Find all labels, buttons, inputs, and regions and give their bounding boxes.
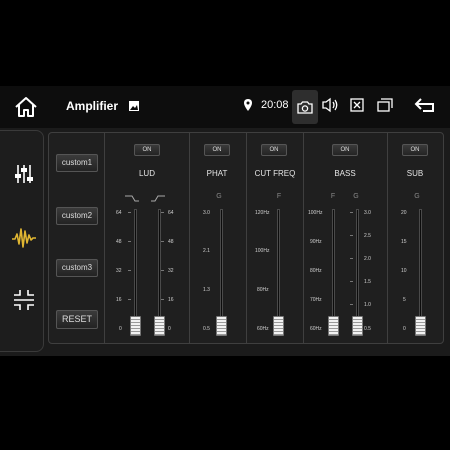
scale-dash bbox=[350, 235, 353, 236]
cutfreq-tick: 120Hz bbox=[255, 210, 270, 216]
sub-tick: 5 bbox=[403, 297, 406, 303]
camera-icon[interactable] bbox=[292, 90, 318, 124]
bass-gain-letter: G bbox=[353, 193, 359, 200]
lud-low-shelf-icon bbox=[125, 189, 139, 207]
cutfreq-freq-letter: F bbox=[276, 193, 282, 200]
bass-freq-tick: 90Hz bbox=[310, 239, 322, 245]
lud-tick: 16 bbox=[116, 297, 122, 303]
phat-tick: 3.0 bbox=[203, 210, 210, 216]
preset-custom3-button[interactable]: custom3 bbox=[56, 259, 98, 277]
sub-gain-letter: G bbox=[414, 193, 420, 200]
clock: 20:08 bbox=[261, 99, 289, 111]
sub-title: SUB bbox=[406, 169, 424, 178]
recent-apps-icon[interactable] bbox=[377, 98, 393, 112]
status-bar: Amplifier 20:08 bbox=[0, 86, 450, 128]
scale-dash bbox=[350, 212, 353, 213]
back-arrow-icon[interactable] bbox=[414, 96, 436, 114]
scale-dash bbox=[161, 241, 164, 242]
divider bbox=[189, 133, 190, 343]
bass-on-button[interactable]: ON bbox=[332, 144, 358, 156]
sidebar bbox=[0, 130, 44, 352]
lud-tick: 48 bbox=[116, 239, 122, 245]
amplifier-main: custom1 custom2 custom3 RESET ON LUD 64 … bbox=[0, 128, 450, 356]
cutfreq-tick: 100Hz bbox=[255, 248, 270, 254]
lud-tick: 64 bbox=[116, 210, 122, 216]
phat-tick: 0.5 bbox=[203, 326, 210, 332]
lud-high-shelf-icon bbox=[151, 189, 165, 207]
scale-dash bbox=[128, 212, 131, 213]
bass-freq-slider-knob[interactable] bbox=[328, 316, 339, 336]
lud-tick-right: 48 bbox=[168, 239, 174, 245]
sub-tick: 15 bbox=[401, 239, 407, 245]
bass-freq-tick: 100Hz bbox=[308, 210, 323, 216]
reset-button[interactable]: RESET bbox=[56, 310, 98, 329]
volume-icon[interactable] bbox=[322, 97, 340, 113]
scale-dash bbox=[161, 270, 164, 271]
bass-gain-tick: 1.0 bbox=[364, 302, 371, 308]
lud-tick-right: 64 bbox=[168, 210, 174, 216]
lud-on-button[interactable]: ON bbox=[134, 144, 160, 156]
app-title: Amplifier bbox=[66, 99, 119, 113]
divider bbox=[104, 133, 105, 343]
bass-gain-tick: 2.5 bbox=[364, 233, 371, 239]
scale-dash bbox=[350, 258, 353, 259]
cutfreq-slider-knob[interactable] bbox=[273, 316, 284, 336]
sub-tick: 20 bbox=[401, 210, 407, 216]
cutfreq-title: CUT FREQ bbox=[254, 169, 296, 178]
cutfreq-tick: 80Hz bbox=[257, 287, 269, 293]
sub-on-button[interactable]: ON bbox=[402, 144, 428, 156]
amplifier-panel: custom1 custom2 custom3 RESET ON LUD 64 … bbox=[48, 132, 444, 344]
scale-dash bbox=[350, 304, 353, 305]
bass-gain-tick: 0.5 bbox=[364, 326, 371, 332]
preset-custom1-button[interactable]: custom1 bbox=[56, 154, 98, 172]
sub-tick: 0 bbox=[403, 326, 406, 332]
cutfreq-on-button[interactable]: ON bbox=[261, 144, 287, 156]
scale-dash bbox=[128, 241, 131, 242]
preset-custom2-button[interactable]: custom2 bbox=[56, 207, 98, 225]
lud-title: LUD bbox=[138, 169, 155, 178]
phat-tick: 2.1 bbox=[203, 248, 210, 254]
location-icon bbox=[243, 98, 253, 112]
waveform-icon[interactable] bbox=[11, 225, 37, 251]
image-icon bbox=[128, 99, 140, 111]
lud-slider-knob-right[interactable] bbox=[154, 316, 165, 336]
bass-freq-tick: 60Hz bbox=[310, 326, 322, 332]
divider bbox=[303, 133, 304, 343]
close-box-icon[interactable] bbox=[350, 98, 364, 112]
bass-title: BASS bbox=[334, 169, 356, 178]
scale-dash bbox=[128, 270, 131, 271]
lud-tick-right: 0 bbox=[168, 326, 171, 332]
bass-gain-tick: 1.5 bbox=[364, 279, 371, 285]
lud-tick: 0 bbox=[119, 326, 122, 332]
bass-freq-tick: 70Hz bbox=[310, 297, 322, 303]
phat-slider-knob[interactable] bbox=[216, 316, 227, 336]
lud-tick: 32 bbox=[116, 268, 122, 274]
sub-tick: 10 bbox=[401, 268, 407, 274]
cutfreq-tick: 60Hz bbox=[257, 326, 269, 332]
bass-gain-tick: 3.0 bbox=[364, 210, 371, 216]
scale-dash bbox=[161, 299, 164, 300]
equalizer-sliders-icon[interactable] bbox=[11, 161, 37, 187]
top-black-band bbox=[0, 0, 450, 86]
bass-freq-letter: F bbox=[330, 193, 336, 200]
lud-tick-right: 32 bbox=[168, 268, 174, 274]
divider bbox=[387, 133, 388, 343]
bass-gain-slider-knob[interactable] bbox=[352, 316, 363, 336]
bass-freq-tick: 80Hz bbox=[310, 268, 322, 274]
phat-gain-letter: G bbox=[216, 193, 222, 200]
sub-slider-knob[interactable] bbox=[415, 316, 426, 336]
bass-gain-tick: 2.0 bbox=[364, 256, 371, 262]
phat-on-button[interactable]: ON bbox=[204, 144, 230, 156]
phat-title: PHAT bbox=[206, 169, 228, 178]
phat-tick: 1.3 bbox=[203, 287, 210, 293]
bottom-black-band bbox=[0, 356, 450, 450]
home-icon[interactable] bbox=[12, 94, 40, 120]
lud-tick-right: 16 bbox=[168, 297, 174, 303]
scale-dash bbox=[350, 281, 353, 282]
lud-slider-knob-left[interactable] bbox=[130, 316, 141, 336]
scale-dash bbox=[161, 212, 164, 213]
scale-dash bbox=[128, 299, 131, 300]
divider bbox=[246, 133, 247, 343]
balance-arrows-icon[interactable] bbox=[11, 287, 37, 313]
